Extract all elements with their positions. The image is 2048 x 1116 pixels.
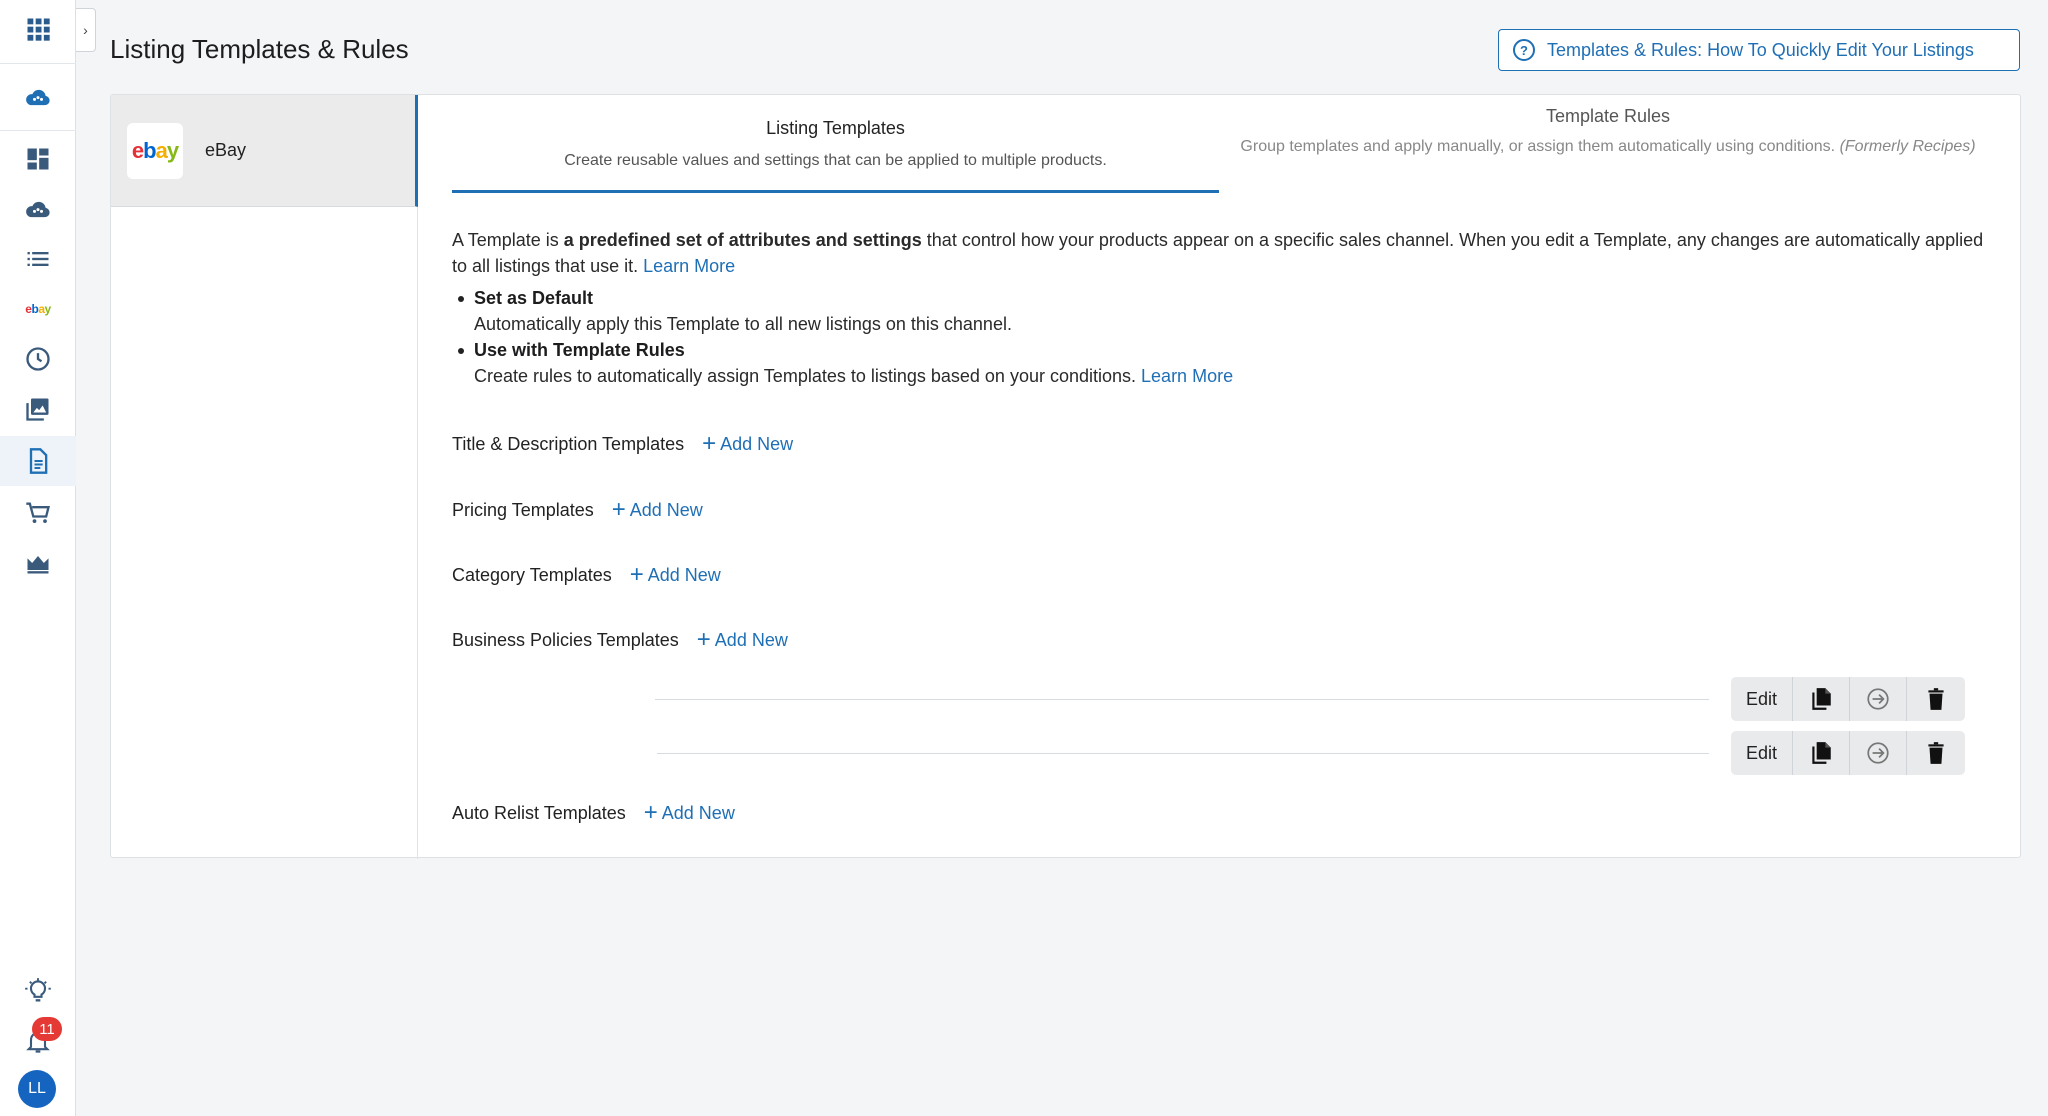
- duplicate-icon[interactable]: [1793, 677, 1850, 721]
- tab-title: Listing Templates: [766, 118, 905, 138]
- add-new-button[interactable]: + Add New: [630, 563, 721, 587]
- assign-arrow-icon[interactable]: [1850, 677, 1907, 721]
- apps-grid-icon[interactable]: [0, 4, 76, 54]
- question-circle-icon: ?: [1513, 39, 1535, 61]
- templates-intro: A Template is a predefined set of attrib…: [452, 227, 1992, 389]
- bullet-title: Use with Template Rules: [474, 340, 685, 360]
- tab-description: Create reusable values and settings that…: [564, 152, 1107, 169]
- bullet-title: Set as Default: [474, 288, 594, 308]
- list-item: Use with Template Rules Create rules to …: [452, 337, 1992, 389]
- tab-description: Group templates and apply manually, or a…: [1240, 138, 1976, 155]
- tab-title: Template Rules: [1545, 106, 1671, 126]
- list-icon[interactable]: [0, 234, 76, 284]
- cloud-logo-icon[interactable]: [0, 72, 76, 122]
- edit-button[interactable]: Edit: [1731, 677, 1793, 721]
- help-guide-button[interactable]: ? Templates & Rules: How To Quickly Edit…: [1498, 29, 2020, 71]
- page-title: Listing Templates & Rules: [110, 34, 409, 64]
- user-avatar[interactable]: LL: [18, 1070, 56, 1108]
- bullet-text: Create rules to automatically assign Tem…: [474, 366, 1234, 386]
- ebay-channel-icon[interactable]: ebay: [0, 284, 76, 334]
- duplicate-icon[interactable]: [1793, 731, 1850, 775]
- section-title-description-templates: Title & Description Templates + Add New: [452, 429, 793, 459]
- table-row-actions: Edit: [1731, 677, 1965, 721]
- section-title: Business Policies Templates: [452, 629, 679, 650]
- section-title: Auto Relist Templates: [452, 802, 626, 823]
- section-title: Title & Description Templates: [452, 433, 685, 454]
- lightbulb-tips-icon[interactable]: [0, 966, 76, 1016]
- plus-icon: +: [643, 799, 658, 826]
- delete-trash-icon[interactable]: [1907, 677, 1964, 721]
- list-item: Set as Default Automatically apply this …: [452, 285, 1992, 337]
- learn-more-link[interactable]: Learn More: [643, 256, 735, 276]
- add-new-button[interactable]: + Add New: [697, 628, 788, 652]
- add-new-button[interactable]: + Add New: [644, 801, 735, 825]
- section-business-policies-templates: Business Policies Templates + Add New: [452, 625, 788, 655]
- add-new-button[interactable]: + Add New: [702, 432, 793, 456]
- premium-crown-icon[interactable]: [0, 538, 76, 588]
- section-auto-relist-templates: Auto Relist Templates + Add New: [452, 798, 735, 828]
- tab-template-rules[interactable]: Template Rules Group templates and apply…: [1219, 95, 1997, 193]
- plus-icon: +: [629, 561, 644, 588]
- expand-sidebar-chevron-icon[interactable]: ›: [76, 8, 96, 52]
- orders-cart-icon[interactable]: [0, 488, 76, 538]
- channel-item-ebay[interactable]: ebay eBay: [111, 95, 418, 207]
- channel-name: eBay: [205, 140, 247, 160]
- edit-button[interactable]: Edit: [1731, 731, 1793, 775]
- channel-list: ebay eBay: [111, 95, 418, 859]
- intro-text: A Template is a predefined set of attrib…: [452, 230, 1984, 276]
- feature-bullets: Set as Default Automatically apply this …: [452, 285, 1992, 389]
- templates-document-icon[interactable]: [0, 436, 76, 486]
- add-new-button[interactable]: + Add New: [612, 498, 703, 522]
- help-guide-label: Templates & Rules: How To Quickly Edit Y…: [1547, 39, 1974, 60]
- cloud-sync-icon[interactable]: [0, 184, 76, 234]
- image-gallery-icon[interactable]: [0, 384, 76, 434]
- table-row-actions: Edit: [1731, 731, 1965, 775]
- section-title: Category Templates: [452, 564, 612, 585]
- history-clock-icon[interactable]: [0, 334, 76, 384]
- templates-card: ebay eBay Listing Templates Create reusa…: [110, 94, 2021, 859]
- notification-count-badge: 11: [32, 1017, 62, 1041]
- table-row-divider: [655, 699, 1709, 700]
- plus-icon: +: [611, 496, 626, 523]
- learn-more-link[interactable]: Learn More: [1141, 366, 1233, 386]
- plus-icon: +: [702, 430, 717, 457]
- dashboard-icon[interactable]: [0, 134, 76, 184]
- tab-listing-templates[interactable]: Listing Templates Create reusable values…: [452, 95, 1219, 193]
- ebay-logo-icon: ebay: [127, 122, 183, 179]
- template-tabs: Listing Templates Create reusable values…: [452, 95, 1997, 193]
- intro-emphasis: a predefined set of attributes and setti…: [563, 230, 922, 250]
- sidebar-rail: ebay 11 LL: [0, 0, 76, 1116]
- table-row-divider: [657, 753, 1709, 754]
- section-category-templates: Category Templates + Add New: [452, 560, 721, 590]
- section-title: Pricing Templates: [452, 499, 594, 520]
- section-pricing-templates: Pricing Templates + Add New: [452, 495, 703, 525]
- delete-trash-icon[interactable]: [1907, 731, 1964, 775]
- assign-arrow-icon[interactable]: [1850, 731, 1907, 775]
- tab-description-note: (Formerly Recipes): [1839, 138, 1976, 155]
- bullet-text: Automatically apply this Template to all…: [474, 314, 1012, 334]
- plus-icon: +: [696, 626, 711, 653]
